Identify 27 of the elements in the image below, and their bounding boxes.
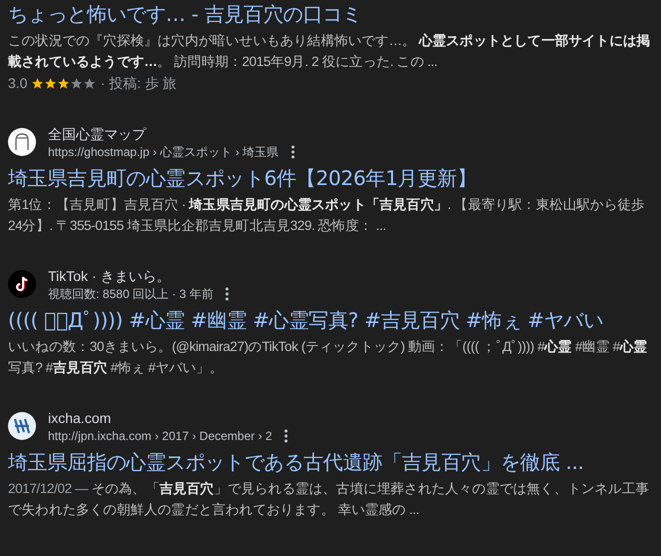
site-name: ixcha.com bbox=[48, 409, 112, 428]
result-title-link[interactable]: 埼玉県吉見町の心霊スポット6件【2026年1月更新】 bbox=[8, 166, 653, 191]
site-url: http://jpn.ixcha.com › 2017 › December › 2 bbox=[48, 428, 272, 444]
result-title-link[interactable]: ちょっと怖いです… - 吉見百穴の口コミ bbox=[8, 2, 653, 27]
result-title-link[interactable]: 埼玉県屈指の心霊スポットである古代遺跡「吉見百穴」を徹底 ... bbox=[8, 450, 653, 475]
review-author: · 投稿: 歩 旅 bbox=[100, 74, 177, 93]
result-snippet: 2017/12/02 — その為、「吉見百穴」で見られる霊は、古墳に埋葬された人々の霊では無く、トンネル工事で失われた多くの朝鮮人の霊だと言われております。 幸い霊感の ... bbox=[8, 480, 650, 519]
site-logo-icon bbox=[8, 412, 36, 440]
site-url: 視聴回数: 8580 回以上 · 3 年前 bbox=[48, 286, 214, 302]
site-name: 全国心霊マップ bbox=[48, 125, 148, 144]
star-icon bbox=[83, 76, 96, 90]
site-url: https://ghostmap.jp › 心霊スポット › 埼玉県 bbox=[48, 144, 279, 160]
star-icon bbox=[44, 76, 58, 90]
star-icon bbox=[57, 76, 70, 90]
star-icon bbox=[31, 76, 44, 90]
site-name: TikTok · きまいら。 bbox=[48, 267, 172, 286]
result-snippet: 第1位：【吉見町】吉見百穴 · 埼玉県吉見町の心霊スポット「吉見百穴」. 【最寄り駅：東松山駅から徒歩24分】. 〒355-0155 埼玉県比企郡吉見町北吉見329. 恐怖度： ... bbox=[8, 196, 646, 235]
music-note-logo-icon bbox=[8, 270, 36, 298]
result-title-link[interactable]: (((( ；ﾟДﾟ)))) #心霊 #幽霊 #心霊写真? #吉見百穴 #怖ぇ #ヤバい bbox=[8, 308, 653, 333]
more-options-icon[interactable] bbox=[290, 145, 295, 159]
ghost-logo-icon bbox=[8, 128, 36, 156]
result-snippet: いいねの数：30きまいら。(@kimaira27)のTikTok (ティックトック) 動画：「(((( ；ﾟДﾟ)))) #心霊 #幽霊 #心霊写真? #吉見百穴 #怖ぇ #ヤバい」。 bbox=[8, 338, 648, 377]
more-options-icon[interactable] bbox=[225, 287, 230, 301]
more-options-icon[interactable] bbox=[284, 429, 288, 443]
star-icon bbox=[70, 76, 84, 90]
result-snippet: この状況での『穴探検』は穴内が暗いせいもあり結構怖いです…。 心霊スポットとして一部サイトには掲載されているようです…。 訪問時期：2015年9月. 2 役に立った. この ... bbox=[8, 32, 652, 71]
rating-score: 3.0 bbox=[8, 74, 28, 93]
